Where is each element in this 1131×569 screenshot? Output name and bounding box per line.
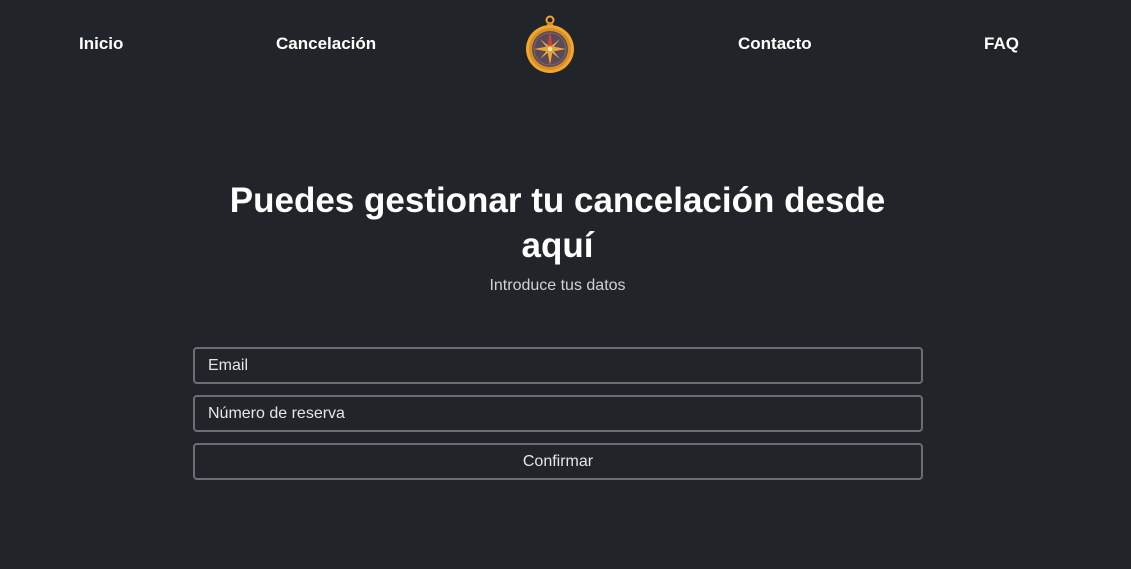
cancellation-form: Confirmar bbox=[193, 347, 923, 480]
email-field[interactable] bbox=[193, 347, 923, 384]
nav-link-inicio[interactable]: Inicio bbox=[79, 33, 123, 55]
confirm-button[interactable]: Confirmar bbox=[193, 443, 923, 480]
page-title: Puedes gestionar tu cancelación desde aq… bbox=[229, 181, 886, 265]
compass-icon[interactable] bbox=[523, 14, 577, 76]
page-subtitle: Introduce tus datos bbox=[489, 277, 626, 294]
compass-logo-graphic bbox=[526, 15, 574, 73]
nav-link-contacto[interactable]: Contacto bbox=[738, 33, 812, 55]
nav-link-cancelacion[interactable]: Cancelación bbox=[276, 33, 376, 55]
nav-link-faq[interactable]: FAQ bbox=[984, 33, 1019, 55]
top-navigation: Inicio Cancelación Contacto FAQ bbox=[0, 0, 1131, 90]
booking-number-field[interactable] bbox=[193, 395, 923, 432]
